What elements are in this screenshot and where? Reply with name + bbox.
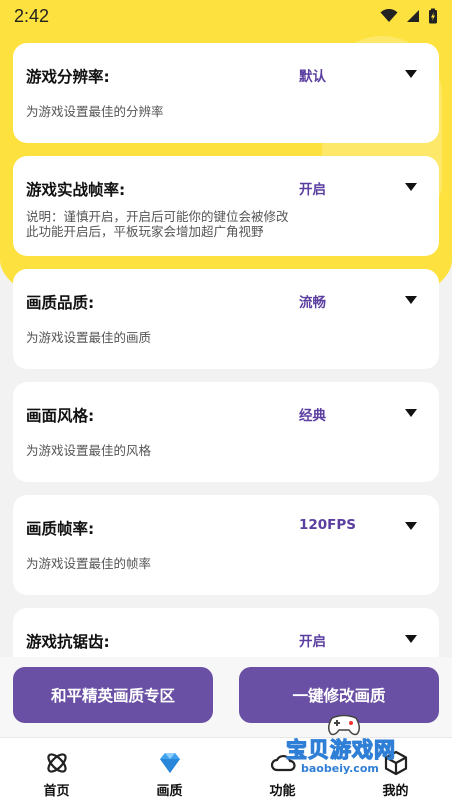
tab-label: 画质 <box>156 784 183 799</box>
setting-title: 画质帧率: <box>26 520 95 538</box>
setting-framerate[interactable]: 画质帧率: 120FPS 为游戏设置最佳的帧率 <box>13 495 439 595</box>
dropdown-arrow-icon[interactable] <box>405 183 417 191</box>
signal-icon <box>407 10 419 22</box>
setting-description: 为游戏设置最佳的风格 <box>26 443 152 458</box>
cloud-icon <box>270 754 296 772</box>
dropdown-arrow-icon[interactable] <box>405 70 417 78</box>
setting-quality[interactable]: 画质品质: 流畅 为游戏设置最佳的画质 <box>13 269 439 369</box>
tab-label: 功能 <box>269 784 296 799</box>
dropdown-arrow-icon[interactable] <box>405 635 417 643</box>
setting-style[interactable]: 画面风格: 经典 为游戏设置最佳的风格 <box>13 382 439 482</box>
status-time: 2:42 <box>14 5 50 26</box>
atom-icon <box>46 753 67 773</box>
tab-label: 首页 <box>43 784 70 799</box>
setting-value[interactable]: 流畅 <box>299 291 326 311</box>
tab-profile[interactable]: 我的 <box>339 738 452 804</box>
setting-title: 画面风格: <box>26 407 95 425</box>
tab-features[interactable]: 功能 <box>226 738 339 804</box>
setting-value[interactable]: 开启 <box>299 178 326 198</box>
setting-title: 游戏分辨率: <box>26 68 110 86</box>
setting-combat-framerate[interactable]: 游戏实战帧率: 开启 说明：谨慎开启，开启后可能你的键位会被修改 此功能开启后，… <box>13 156 439 256</box>
bottom-tab-bar: 首页 画质 功能 我的 <box>0 737 452 804</box>
setting-value[interactable]: 120FPS <box>299 517 356 533</box>
dropdown-arrow-icon[interactable] <box>405 296 417 304</box>
battery-icon <box>429 8 437 24</box>
setting-description: 说明：谨慎开启，开启后可能你的键位会被修改 此功能开启后，平板玩家会增加超广角视… <box>26 209 289 239</box>
setting-description: 为游戏设置最佳的帧率 <box>26 556 152 571</box>
wifi-icon <box>380 9 398 22</box>
cube-icon <box>384 750 407 776</box>
status-bar: 2:42 <box>0 0 452 32</box>
action-bar: 和平精英画质专区 一键修改画质 <box>0 657 452 737</box>
setting-resolution[interactable]: 游戏分辨率: 默认 为游戏设置最佳的分辨率 <box>13 43 439 143</box>
tab-home[interactable]: 首页 <box>0 738 113 804</box>
quality-zone-button[interactable]: 和平精英画质专区 <box>13 667 213 723</box>
apply-quality-button[interactable]: 一键修改画质 <box>239 667 439 723</box>
dropdown-arrow-icon[interactable] <box>405 522 417 530</box>
setting-value[interactable]: 开启 <box>299 630 326 650</box>
setting-title: 游戏实战帧率: <box>26 181 126 199</box>
settings-list: 游戏分辨率: 默认 为游戏设置最佳的分辨率 游戏实战帧率: 开启 说明：谨慎开启… <box>13 43 439 721</box>
setting-value[interactable]: 默认 <box>299 65 326 85</box>
setting-title: 画质品质: <box>26 294 95 312</box>
setting-value[interactable]: 经典 <box>299 404 326 424</box>
setting-description: 为游戏设置最佳的画质 <box>26 330 152 345</box>
gem-icon <box>159 753 180 773</box>
dropdown-arrow-icon[interactable] <box>405 409 417 417</box>
tab-label: 我的 <box>382 784 409 799</box>
tab-quality[interactable]: 画质 <box>113 738 226 804</box>
setting-title: 游戏抗锯齿: <box>26 633 110 651</box>
setting-description: 为游戏设置最佳的分辨率 <box>26 104 164 119</box>
